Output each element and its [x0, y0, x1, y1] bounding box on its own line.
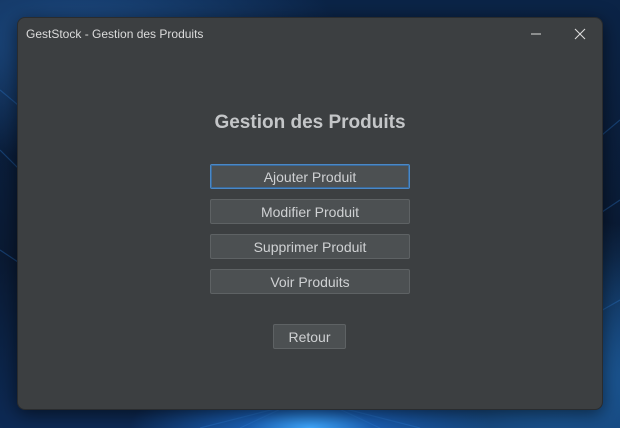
close-button[interactable]	[558, 18, 602, 49]
delete-product-button[interactable]: Supprimer Produit	[210, 234, 410, 259]
app-window: GestStock - Gestion des Produits Gestion…	[17, 17, 603, 410]
minimize-button[interactable]	[514, 18, 558, 49]
add-product-button[interactable]: Ajouter Produit	[210, 164, 410, 189]
close-icon	[574, 28, 586, 39]
edit-product-button[interactable]: Modifier Produit	[210, 199, 410, 224]
minimize-icon	[531, 33, 541, 34]
title-bar[interactable]: GestStock - Gestion des Produits	[18, 18, 602, 49]
back-button[interactable]: Retour	[273, 324, 346, 349]
window-title: GestStock - Gestion des Produits	[26, 27, 204, 41]
page-title: Gestion des Produits	[214, 112, 406, 133]
view-products-button[interactable]: Voir Produits	[210, 269, 410, 294]
